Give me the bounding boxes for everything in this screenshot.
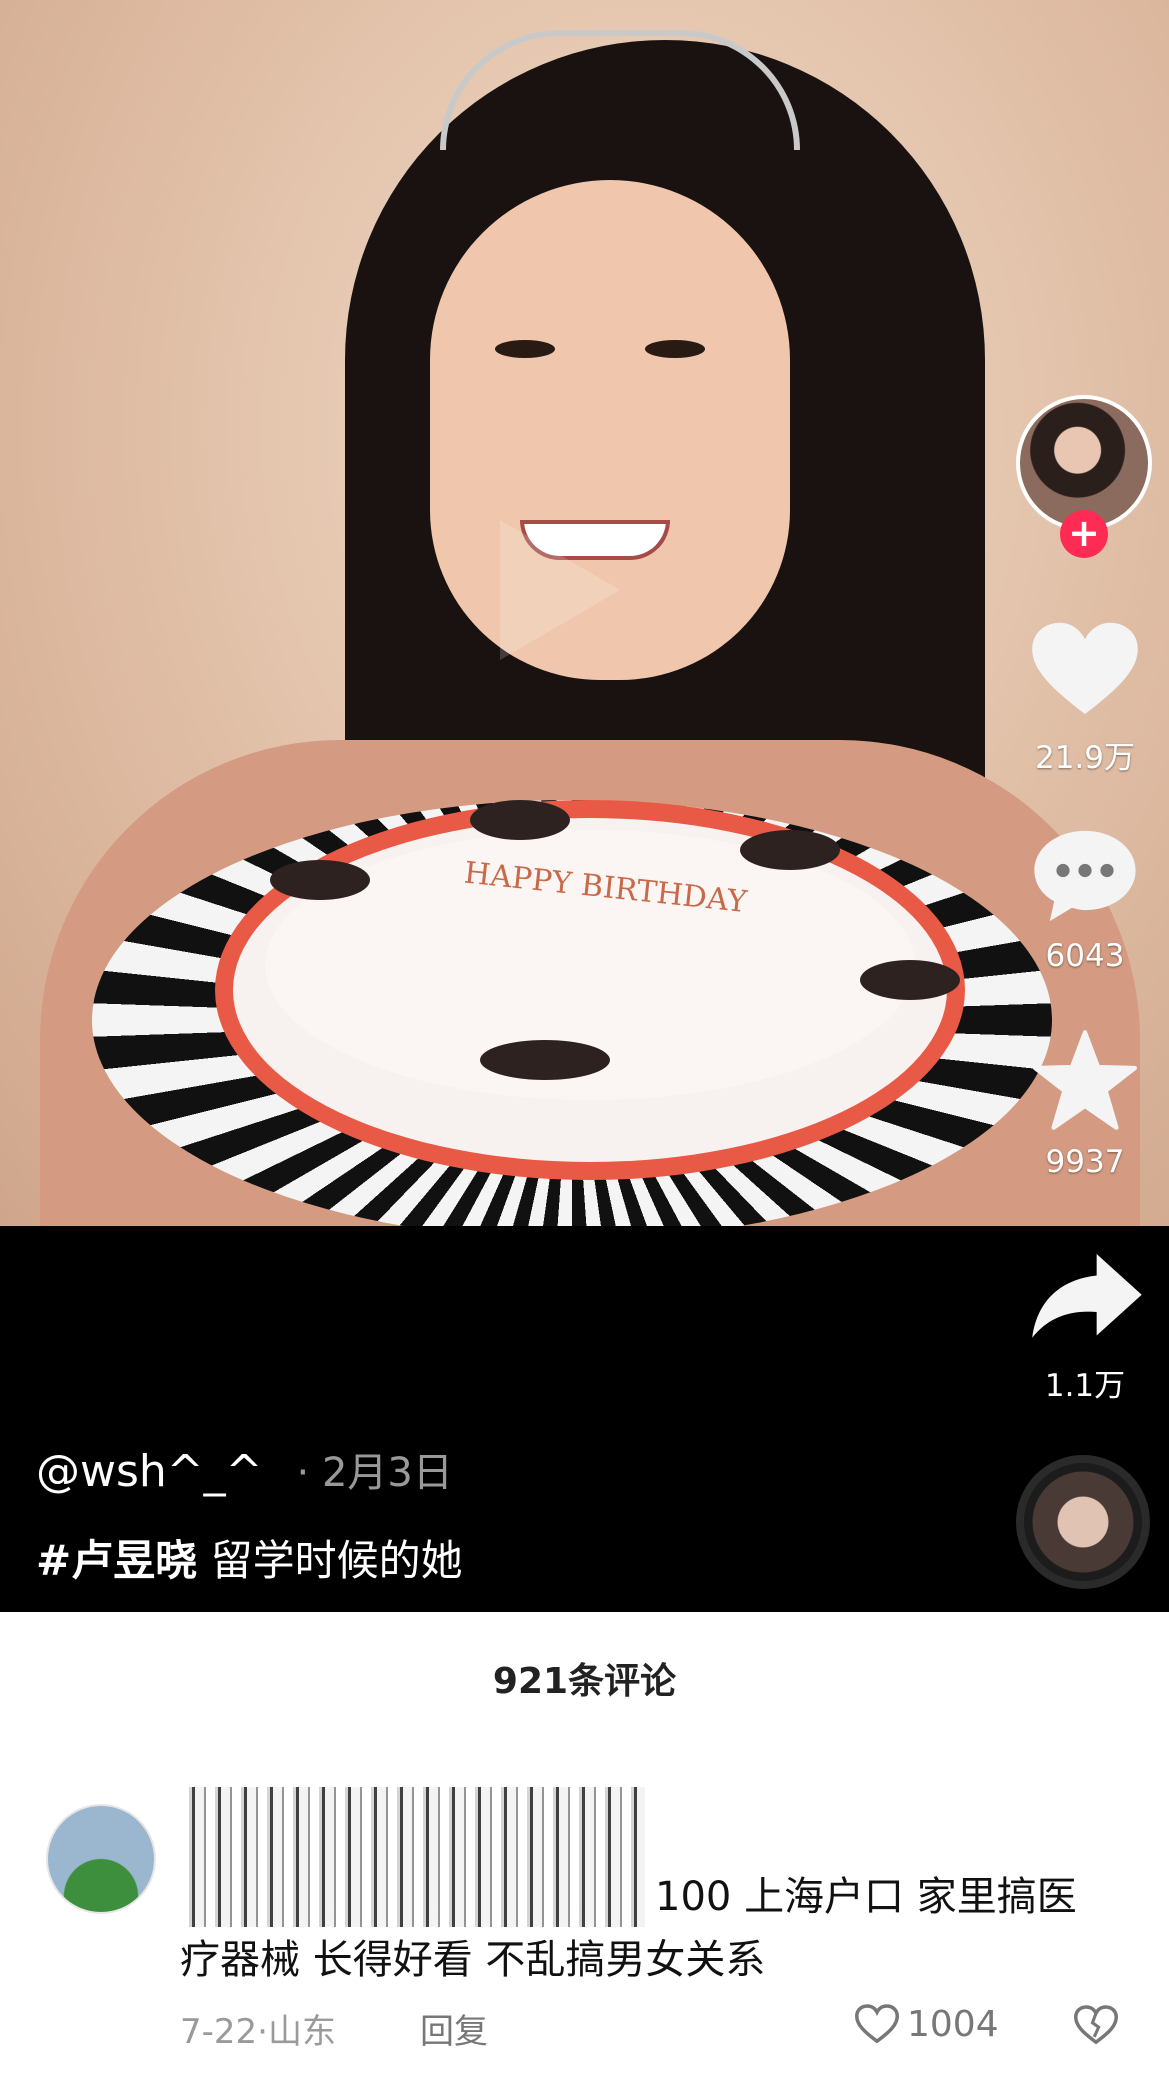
share-count: 1.1万: [1044, 1368, 1126, 1404]
favorite-count: 9937: [1045, 1144, 1125, 1180]
hashtag-link[interactable]: #卢昱晓: [36, 1536, 197, 1585]
comment-like-count: 1004: [907, 2003, 999, 2045]
caption-text: 留学时候的她: [210, 1536, 463, 1585]
video-caption: #卢昱晓 留学时候的她: [36, 1527, 463, 1588]
comment-count: 6043: [1045, 938, 1125, 974]
heart-icon[interactable]: [1030, 620, 1140, 720]
comments-title: 921条评论: [492, 1661, 677, 1702]
broken-heart-icon[interactable]: [1074, 2004, 1118, 2046]
meta-separator: ·: [257, 2012, 268, 2052]
comment-like-button[interactable]: 1004: [855, 2002, 999, 2046]
comments-panel: 921条评论 100 上海户口 家里搞医 疗器械 长得好看 不乱搞男女关系 7-…: [0, 1612, 1169, 2082]
comment-text-line2: 疗器械 长得好看 不乱搞男女关系: [180, 1937, 766, 1983]
like-count: 21.9万: [1034, 740, 1136, 776]
star-icon[interactable]: [1030, 1028, 1140, 1132]
reply-button[interactable]: 回复: [420, 2004, 488, 2053]
tiara-decoration: [440, 30, 800, 150]
comment-icon[interactable]: [1030, 826, 1140, 926]
comment-text-line1: 100 上海户口 家里搞医: [655, 1874, 1077, 1920]
video-player[interactable]: HAPPY BIRTHDAY + 21.9万 6043 9937 1.1万 @w…: [0, 0, 1169, 1612]
author-avatar-button[interactable]: +: [1012, 395, 1156, 565]
redaction-block: [180, 1787, 645, 1927]
comment-date: 7-22: [180, 2012, 258, 2052]
heart-outline-icon[interactable]: [855, 2004, 899, 2044]
music-disc[interactable]: [1016, 1455, 1150, 1589]
share-arrow-icon[interactable]: [1028, 1248, 1146, 1348]
follow-button[interactable]: +: [1060, 510, 1108, 558]
comment-location: 山东: [267, 2012, 336, 2052]
comment-meta: 7-22·山东: [180, 2004, 336, 2053]
play-icon: [500, 520, 620, 660]
commenter-avatar[interactable]: [46, 1804, 156, 1914]
author-handle[interactable]: @wsh^_^: [36, 1446, 263, 1497]
post-date: · 2月3日: [296, 1450, 453, 1496]
author-info: @wsh^_^ · 2月3日: [36, 1440, 453, 1498]
